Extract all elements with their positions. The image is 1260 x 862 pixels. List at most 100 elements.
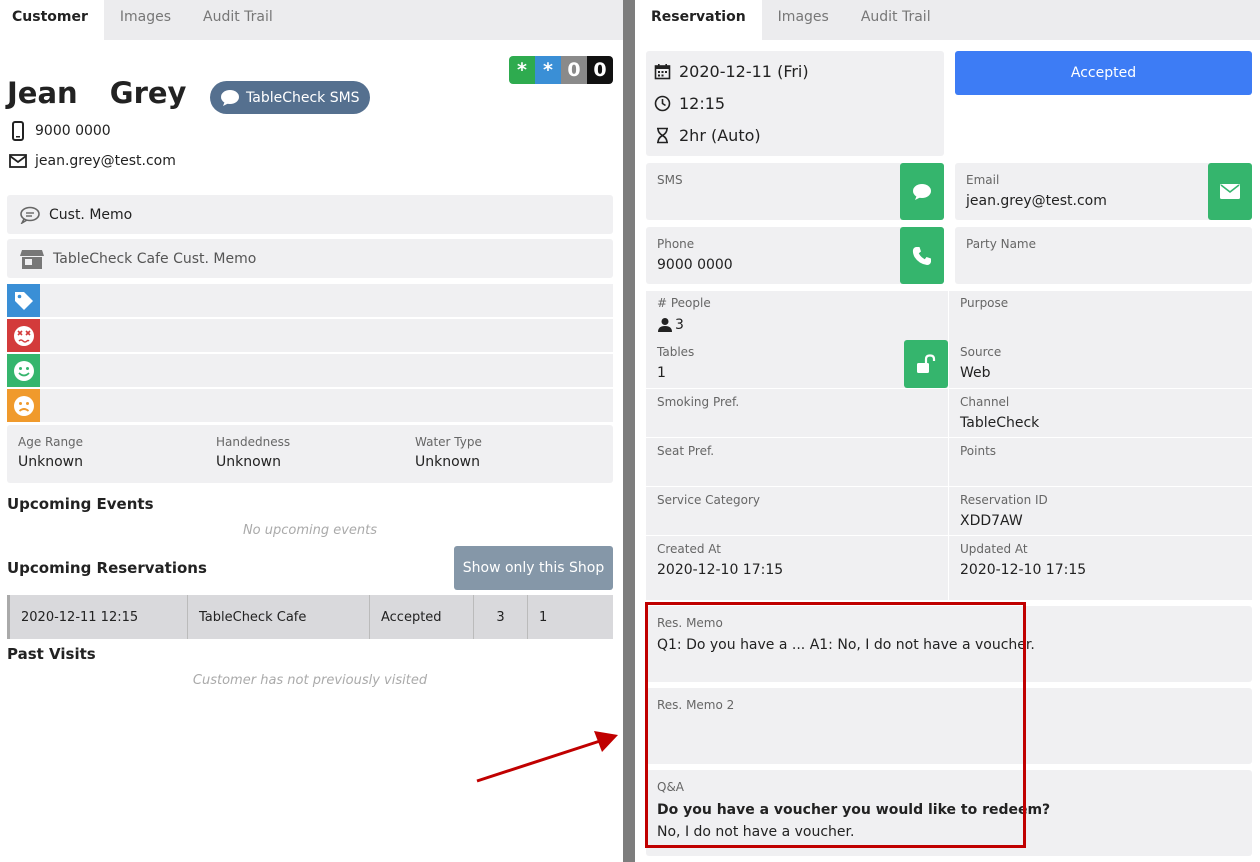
- tab-images[interactable]: Images: [762, 0, 845, 40]
- res-status: Accepted: [370, 595, 474, 639]
- phone-icon: [912, 246, 931, 265]
- reservation-duration-value: 2hr (Auto): [679, 126, 761, 145]
- res-people: 3: [474, 595, 528, 639]
- res-tables: 1: [539, 609, 548, 625]
- party-name-label: Party Name: [966, 237, 1037, 251]
- tab-audit-trail[interactable]: Audit Trail: [845, 0, 947, 40]
- tag-row-dislikes[interactable]: [7, 319, 613, 352]
- reservation-tabs: Reservation Images Audit Trail: [635, 0, 1260, 40]
- reservation-time: 12:15: [654, 94, 725, 113]
- calendar-icon: [654, 64, 671, 80]
- shop-memo-row[interactable]: TableCheck Cafe Cust. Memo: [7, 239, 613, 278]
- attr-value: Unknown: [415, 454, 480, 470]
- tables-value: 1: [657, 365, 666, 381]
- datetime-box[interactable]: 2020-12-11 (Fri) 12:15 2hr (Auto): [646, 51, 944, 156]
- badge-count-black: 0: [587, 56, 613, 84]
- source-label: Source: [960, 345, 1002, 359]
- dizzy-face-icon: [7, 319, 40, 352]
- attr-label: Age Range: [18, 435, 84, 449]
- tab-customer[interactable]: Customer: [0, 0, 104, 40]
- attr-water-type[interactable]: Water Type Unknown: [415, 435, 482, 470]
- customer-attributes: Age Range Unknown Handedness Unknown Wat…: [7, 425, 613, 483]
- call-phone-button[interactable]: [900, 227, 944, 284]
- phone-value: 9000 0000: [657, 257, 733, 273]
- badge-count-gray: 0: [561, 56, 587, 84]
- party-name-field[interactable]: Party Name: [955, 227, 1252, 284]
- people-value: 3: [657, 317, 684, 333]
- chat-bubble-icon: [221, 89, 239, 106]
- reservation-date: 2020-12-11 (Fri): [654, 62, 809, 81]
- grid-divider: [646, 388, 1252, 389]
- smoking-pref-field[interactable]: Smoking Pref.: [646, 389, 948, 438]
- chat-bubble-icon: [913, 183, 931, 200]
- tag-row-tags[interactable]: [7, 284, 613, 317]
- tables-field[interactable]: Tables 1: [646, 340, 948, 389]
- badge-star-blue: *: [535, 56, 561, 84]
- created-at-value: 2020-12-10 17:15: [657, 562, 784, 578]
- tab-images[interactable]: Images: [104, 0, 187, 40]
- points-label: Points: [960, 444, 997, 458]
- send-email-button[interactable]: [1208, 163, 1252, 220]
- sms-field[interactable]: SMS: [646, 163, 944, 220]
- tab-reservation[interactable]: Reservation: [635, 0, 762, 40]
- updated-at-field: Updated At 2020-12-10 17:15: [949, 536, 1252, 600]
- customer-name: Jean Grey: [7, 76, 187, 110]
- table-row[interactable]: 2020-12-11 12:15 TableCheck Cafe Accepte…: [7, 595, 613, 639]
- envelope-icon: [9, 154, 27, 168]
- store-icon: [20, 249, 44, 269]
- smile-icon: [7, 354, 40, 387]
- badge-star-green: *: [509, 56, 535, 84]
- attr-age-range[interactable]: Age Range Unknown: [18, 435, 83, 470]
- phone-label: Phone: [657, 237, 695, 251]
- shop-memo-label: TableCheck Cafe Cust. Memo: [53, 250, 257, 267]
- mobile-phone-icon: [12, 121, 24, 141]
- customer-tabs: Customer Images Audit Trail: [0, 0, 623, 40]
- customer-phone-value: 9000 0000: [35, 123, 111, 139]
- people-field[interactable]: # People 3: [646, 291, 948, 340]
- send-sms-button[interactable]: [900, 163, 944, 220]
- show-only-this-shop-button[interactable]: Show only this Shop: [454, 546, 613, 590]
- grid-divider: [646, 437, 1252, 438]
- people-label: # People: [657, 296, 711, 310]
- source-value: Web: [960, 365, 991, 381]
- comment-icon: [20, 206, 40, 224]
- status-accepted-button[interactable]: Accepted: [955, 51, 1252, 95]
- points-field[interactable]: Points: [949, 438, 1252, 487]
- channel-field[interactable]: Channel TableCheck: [949, 389, 1252, 438]
- unlock-icon: [917, 354, 936, 373]
- unlock-tables-button[interactable]: [904, 340, 948, 388]
- reservation-time-value: 12:15: [679, 94, 726, 113]
- attr-handedness[interactable]: Handedness Unknown: [216, 435, 290, 470]
- customer-email-value: jean.grey@test.com: [35, 153, 176, 169]
- smoking-pref-label: Smoking Pref.: [657, 395, 740, 409]
- attr-value: Unknown: [18, 454, 83, 470]
- cust-memo-row[interactable]: Cust. Memo: [7, 195, 613, 234]
- people-count: 3: [675, 317, 684, 333]
- cust-memo-label: Cust. Memo: [49, 206, 133, 223]
- purpose-field[interactable]: Purpose: [949, 291, 1252, 340]
- seat-pref-field[interactable]: Seat Pref.: [646, 438, 948, 487]
- upcoming-reservations-heading: Upcoming Reservations: [7, 559, 207, 577]
- tag-row-likes[interactable]: [7, 354, 613, 387]
- email-field[interactable]: Email jean.grey@test.com: [955, 163, 1252, 220]
- updated-at-value: 2020-12-10 17:15: [960, 562, 1087, 578]
- source-field[interactable]: Source Web: [949, 340, 1252, 389]
- grid-divider: [646, 486, 1252, 487]
- phone-field[interactable]: Phone 9000 0000: [646, 227, 944, 284]
- tablecheck-sms-button[interactable]: TableCheck SMS: [210, 81, 370, 114]
- frown-icon: [7, 389, 40, 422]
- tag-row-complaints[interactable]: [7, 389, 613, 422]
- tab-audit-trail[interactable]: Audit Trail: [187, 0, 289, 40]
- attr-label: Water Type: [415, 435, 482, 449]
- email-label: Email: [966, 173, 1000, 187]
- res-datetime: 2020-12-11 12:15: [10, 595, 188, 639]
- upcoming-events-heading: Upcoming Events: [7, 495, 154, 513]
- sms-label: SMS: [657, 173, 683, 187]
- person-icon: [658, 318, 672, 332]
- customer-email: jean.grey@test.com: [9, 153, 176, 169]
- updated-at-label: Updated At: [960, 542, 1028, 556]
- seat-pref-label: Seat Pref.: [657, 444, 715, 458]
- reservation-date-value: 2020-12-11 (Fri): [679, 62, 809, 81]
- service-category-field[interactable]: Service Category: [646, 487, 948, 536]
- res-shop: TableCheck Cafe: [188, 595, 370, 639]
